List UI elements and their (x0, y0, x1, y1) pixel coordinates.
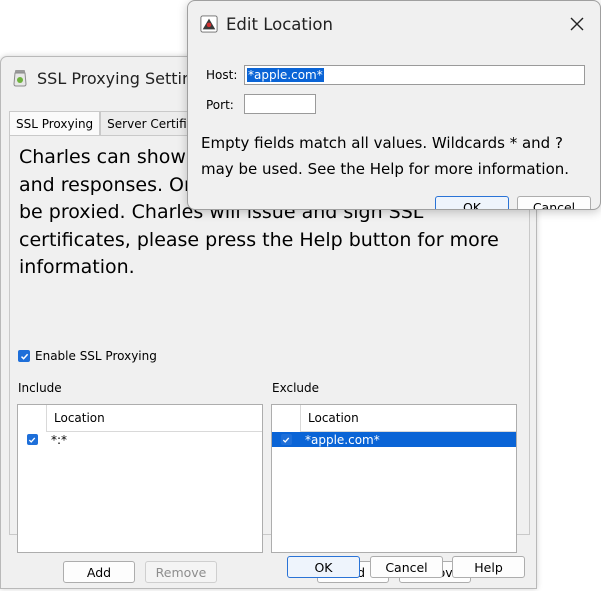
include-table[interactable]: Location *:* (17, 404, 263, 553)
help-button[interactable]: Help (452, 556, 525, 578)
table-row[interactable]: *apple.com* (272, 432, 516, 447)
charles-app-icon (200, 15, 218, 33)
include-location-cell: *:* (51, 432, 68, 447)
edit-dialog-title: Edit Location (226, 14, 333, 34)
checkbox-checked-icon[interactable] (18, 350, 30, 362)
host-input-value: *apple.com* (247, 68, 324, 82)
include-label: Include (18, 381, 62, 395)
close-icon[interactable] (568, 15, 586, 33)
edit-cancel-button[interactable]: Cancel (517, 196, 591, 209)
ssl-window-title: SSL Proxying Settings (37, 68, 211, 88)
ok-button[interactable]: OK (287, 556, 360, 578)
exclude-label: Exclude (272, 381, 320, 395)
cancel-button[interactable]: Cancel (370, 556, 443, 578)
enable-ssl-proxying-label: Enable SSL Proxying (35, 349, 157, 363)
host-input[interactable]: *apple.com* (244, 65, 585, 85)
include-add-button[interactable]: Add (63, 561, 135, 583)
include-location-header[interactable]: Location (46, 405, 262, 432)
exclude-location-header[interactable]: Location (300, 405, 516, 432)
edit-location-dialog: Edit Location Host: *apple.com* Port: Em… (187, 0, 601, 210)
port-input[interactable] (244, 94, 316, 114)
tab-ssl-proxying[interactable]: SSL Proxying (9, 111, 101, 136)
table-row[interactable]: *:* (18, 432, 262, 447)
edit-dialog-titlebar: Edit Location (188, 1, 600, 47)
checkbox-checked-icon[interactable] (280, 434, 292, 445)
host-label: Host: (206, 68, 238, 82)
charles-jar-icon (11, 69, 29, 87)
checkbox-checked-icon[interactable] (26, 434, 38, 445)
include-remove-button: Remove (145, 561, 217, 583)
port-label: Port: (206, 98, 234, 112)
edit-ok-button[interactable]: OK (435, 196, 509, 209)
exclude-table[interactable]: Location *apple.com* (271, 404, 517, 553)
enable-ssl-proxying-checkbox[interactable]: Enable SSL Proxying (18, 349, 157, 363)
edit-help-text: Empty fields match all values. Wildcards… (201, 134, 570, 178)
exclude-location-cell: *apple.com* (305, 432, 380, 447)
